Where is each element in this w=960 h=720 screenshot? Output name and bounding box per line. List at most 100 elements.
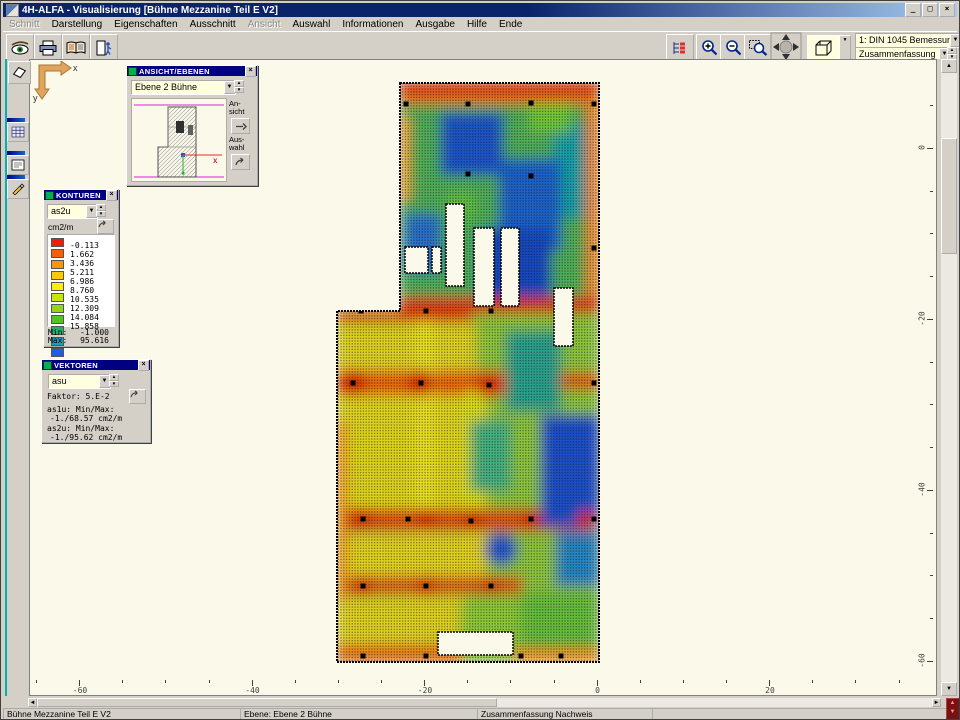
vektor-quantity-combo[interactable]: asu ▼ — [48, 374, 111, 389]
status-cell: Zusammenfassung Nachweis — [477, 708, 654, 720]
pan-control[interactable] — [770, 32, 802, 62]
ruler-tick — [930, 233, 933, 234]
legend-value: -0.113 — [70, 241, 99, 250]
panel-title-bar[interactable]: KONTUREN × — [44, 190, 118, 200]
close-icon[interactable]: × — [106, 190, 117, 201]
zoom-window-button[interactable] — [744, 34, 772, 61]
minimized-panel-info[interactable] — [7, 151, 29, 175]
vertical-scroll-thumb[interactable] — [941, 138, 957, 254]
legend-value: 3.436 — [70, 259, 94, 268]
slab-opening — [474, 228, 494, 306]
kontur-quantity-combo[interactable]: as2u ▼ — [47, 204, 98, 219]
design-code-combo[interactable]: 1: DIN 1045 Bemessung ▼ — [855, 33, 960, 48]
menu-informationen[interactable]: Informationen — [336, 19, 409, 30]
minimap-x-label: x — [213, 156, 217, 165]
arrow-right-icon — [235, 122, 247, 131]
close-icon[interactable]: × — [245, 66, 256, 77]
level-combo[interactable]: Ebene 2 Bühne ▼ — [131, 80, 236, 95]
kontur-quantity-value: as2u — [51, 205, 86, 218]
view-3d-button[interactable] — [807, 35, 840, 60]
panel-vektoren[interactable]: VEKTOREN × asu ▼ ▲▼ Faktor: 5.E-2 as1u: … — [41, 359, 151, 443]
ruler-tick — [930, 105, 933, 106]
panel-icon — [45, 191, 54, 200]
ruler-tick — [640, 680, 641, 683]
panel-title: ANSICHT/EBENEN — [139, 67, 245, 76]
panel-ansicht-ebenen[interactable]: ANSICHT/EBENEN × Ebene 2 Bühne ▼ ▲▼ — [126, 65, 258, 186]
legend-max: Max: 95.616 — [48, 336, 109, 345]
scroll-down-icon[interactable]: ▼ — [941, 682, 957, 696]
box-3d-icon — [812, 39, 836, 57]
maximize-button[interactable]: □ — [922, 3, 938, 17]
minimized-panel-draw[interactable] — [7, 175, 29, 199]
fem-contour-plot[interactable] — [331, 77, 605, 669]
slab-opening — [446, 204, 464, 286]
menu-auswahl[interactable]: Auswahl — [287, 19, 337, 30]
view-apply-button[interactable] — [231, 118, 250, 134]
horizontal-scroll-thumb[interactable] — [37, 698, 497, 707]
panel-title-bar[interactable]: ANSICHT/EBENEN × — [127, 66, 257, 76]
menu-ende[interactable]: Ende — [493, 19, 528, 30]
vektor-spinner[interactable]: ▲▼ — [109, 374, 119, 387]
level-spinner[interactable]: ▲▼ — [234, 80, 244, 93]
exit-button[interactable] — [90, 34, 118, 61]
ansicht-label: An- sicht — [229, 100, 255, 115]
minimized-panel-mesh[interactable] — [7, 118, 29, 142]
text-window-icon — [11, 159, 25, 171]
panel-konturen[interactable]: KONTUREN × as2u ▼ ▲▼ cm2/m -0.1131.6623.… — [43, 189, 119, 347]
plane-select-button[interactable] — [8, 61, 31, 84]
ruler-tick — [726, 680, 727, 683]
menu-ausgabe[interactable]: Ausgabe — [409, 19, 460, 30]
display-options-button[interactable] — [666, 34, 694, 61]
menu-ansicht[interactable]: Ansicht — [242, 19, 287, 30]
close-button[interactable]: × — [939, 3, 955, 17]
menu-darstellung[interactable]: Darstellung — [46, 19, 109, 30]
selection-apply-button[interactable] — [231, 154, 250, 170]
scroll-left-icon[interactable]: ◄ — [28, 698, 37, 707]
ruler-tick — [930, 575, 933, 576]
resize-grip[interactable]: ▲▼ — [946, 698, 959, 719]
scroll-right-icon[interactable]: ► — [932, 698, 941, 707]
kontur-apply-button[interactable] — [97, 219, 114, 234]
vector-arrows-texture — [331, 77, 605, 669]
menu-ausschnitt[interactable]: Ausschnitt — [184, 19, 242, 30]
ruler-tick — [683, 680, 684, 683]
x-tick-label: 0 — [587, 686, 609, 695]
view-eye-button[interactable] — [6, 34, 34, 61]
legend-value: 14.084 — [70, 313, 99, 322]
app-icon — [6, 4, 19, 17]
view-3d-dropdown[interactable]: ▼ — [839, 35, 851, 60]
minimize-button[interactable]: _ — [905, 3, 921, 17]
pencil-icon — [11, 183, 25, 195]
ruler-tick — [165, 680, 166, 683]
legend-value: 12.309 — [70, 304, 99, 313]
scroll-up-icon[interactable]: ▲ — [941, 59, 957, 73]
plan-minimap[interactable] — [131, 98, 227, 182]
mini-close-icon[interactable] — [25, 118, 29, 122]
manual-button[interactable] — [62, 34, 90, 61]
toolbar: ▼ 1: DIN 1045 Bemessung ▼ Zusammenfassun… — [3, 31, 957, 61]
mini-close-icon[interactable] — [25, 151, 29, 155]
status-cell: Ebene: Ebene 2 Bühne — [240, 708, 479, 720]
ruler-tick — [467, 680, 468, 683]
menu-schnitt[interactable]: Schnitt — [3, 19, 46, 30]
panel-title-bar[interactable]: VEKTOREN × — [42, 360, 150, 370]
close-icon[interactable]: × — [138, 360, 149, 371]
vektor-apply-button[interactable] — [129, 389, 146, 404]
zoom-window-icon — [748, 39, 768, 56]
zoom-out-icon — [724, 39, 744, 56]
ruler-tick — [554, 680, 555, 683]
kontur-spinner[interactable]: ▲▼ — [96, 204, 106, 217]
chevron-down-icon[interactable]: ▼ — [950, 34, 960, 47]
ruler-tick — [855, 680, 856, 683]
print-button[interactable] — [34, 34, 62, 61]
menu-eigenschaften[interactable]: Eigenschaften — [108, 19, 183, 30]
mini-close-icon[interactable] — [25, 175, 29, 179]
menu-hilfe[interactable]: Hilfe — [461, 19, 493, 30]
legend-value: 10.535 — [70, 295, 99, 304]
horizontal-scrollbar[interactable]: ◄ ► — [28, 698, 941, 707]
vertical-scrollbar[interactable]: ▲ ▼ — [941, 59, 957, 696]
vektor-quantity-value: asu — [52, 375, 99, 388]
x-tick-label: -20 — [414, 686, 436, 695]
faktor-label: Faktor: 5.E-2 — [47, 392, 110, 401]
menu-bar: SchnittDarstellungEigenschaftenAusschnit… — [3, 18, 957, 31]
